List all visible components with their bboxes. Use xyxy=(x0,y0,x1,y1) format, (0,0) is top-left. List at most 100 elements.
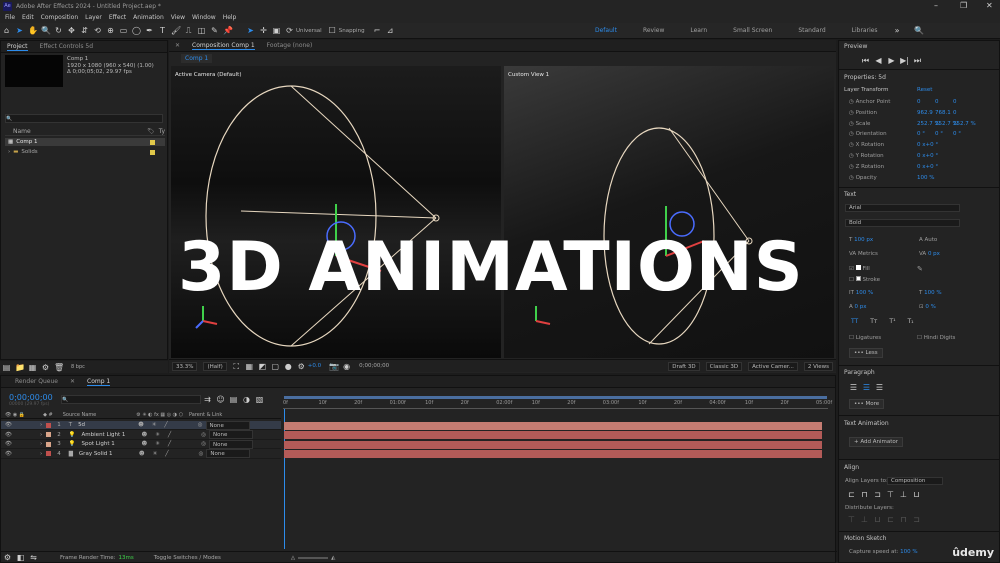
exposure-value[interactable]: +0.0 xyxy=(308,363,321,369)
eraser-tool-icon[interactable]: ◫ xyxy=(197,26,206,35)
property-value[interactable]: 100 % xyxy=(917,175,934,181)
pan-camera-icon[interactable]: ✥ xyxy=(67,26,76,35)
zoom-in-icon[interactable]: ◭ xyxy=(331,555,335,561)
chevron-right-icon[interactable]: › xyxy=(40,441,42,447)
menu-effect[interactable]: Effect xyxy=(109,14,126,21)
camera-dropdown[interactable]: Active Camer... xyxy=(748,361,798,371)
property-value[interactable]: 0 ° xyxy=(953,131,961,137)
viewer-timecode[interactable]: 0;00;00;00 xyxy=(359,363,389,369)
label-column-icon[interactable]: 🏷 xyxy=(147,128,155,135)
visibility-eye-icon[interactable]: 👁 xyxy=(5,422,12,428)
transparency-grid-icon[interactable]: ▦ xyxy=(245,362,254,371)
ellipse-tool-icon[interactable]: ◯ xyxy=(132,26,141,35)
collapse-switch-icon[interactable]: ✳ xyxy=(155,441,160,447)
visibility-eye-icon[interactable]: 👁 xyxy=(5,451,12,457)
workspace-libraries[interactable]: Libraries xyxy=(852,27,878,34)
layer-label-color[interactable] xyxy=(46,451,52,456)
parent-dropdown[interactable]: None xyxy=(209,430,254,439)
custom-view[interactable]: Custom View 1 xyxy=(504,66,834,358)
stroke-color-swatch[interactable] xyxy=(855,276,861,281)
column-name[interactable]: Name xyxy=(13,128,31,135)
ligatures-checkbox[interactable]: ☐ xyxy=(849,335,854,341)
roto-brush-icon[interactable]: ✎ xyxy=(210,26,219,35)
tab-footage[interactable]: Footage (none) xyxy=(267,42,313,49)
graph-editor-icon[interactable]: ▧ xyxy=(255,395,264,404)
property-value[interactable]: 0 x+0 ° xyxy=(917,142,938,148)
next-frame-icon[interactable]: ▶| xyxy=(900,56,909,65)
capture-speed-value[interactable]: 100 % xyxy=(900,549,917,555)
brush-tool-icon[interactable]: 🖌 xyxy=(171,26,181,35)
layer-switches-icon[interactable]: ⚙ xyxy=(3,553,12,562)
property-value[interactable]: 962.9 xyxy=(917,110,933,116)
reset-button[interactable]: Reset xyxy=(917,87,932,93)
column-source-name[interactable]: Source Name xyxy=(63,412,97,418)
chevron-right-icon[interactable]: › xyxy=(40,451,42,457)
snap-options-icon[interactable]: ⊿ xyxy=(386,26,395,35)
view-axis-icon[interactable]: ▣ xyxy=(272,26,281,35)
current-time-indicator[interactable] xyxy=(284,409,285,549)
fill-checkbox[interactable]: ☑ xyxy=(849,266,854,272)
project-settings-icon[interactable]: ⚙ xyxy=(41,363,50,372)
toggle-switches-button[interactable]: Toggle Switches / Modes xyxy=(154,555,221,561)
stopwatch-icon[interactable]: ◷ xyxy=(849,142,854,148)
parent-pickwhip-icon[interactable]: ◎ xyxy=(201,441,206,447)
frame-blending-icon[interactable]: ▤ xyxy=(229,395,238,404)
orbit-universal-icon[interactable]: ⟳ xyxy=(285,26,294,35)
motion-blur-icon[interactable]: ◑ xyxy=(242,395,251,404)
timeline-timecode[interactable]: 0;00;00;00 xyxy=(9,393,53,402)
zoom-dropdown[interactable]: 33.3% xyxy=(172,361,198,371)
property-value[interactable]: 0 xyxy=(917,99,921,105)
exposure-reset-icon[interactable]: ⚙ xyxy=(297,362,306,371)
parent-dropdown[interactable]: None xyxy=(209,439,254,449)
distribute-h-center-icon[interactable]: ⊓ xyxy=(899,515,908,524)
resolution-dropdown[interactable]: (Half) xyxy=(203,361,227,371)
column-parent[interactable]: Parent & Link xyxy=(189,412,222,418)
baseline-value[interactable]: 0 px xyxy=(855,304,867,310)
workspace-small-screen[interactable]: Small Screen xyxy=(733,27,772,34)
layer-label-color[interactable] xyxy=(46,422,52,428)
align-left-icon[interactable]: ☰ xyxy=(849,383,858,392)
layer-duration-bar[interactable] xyxy=(284,440,822,449)
tab-project[interactable]: Project xyxy=(7,43,28,51)
delete-icon[interactable]: 🗑 xyxy=(54,363,64,372)
label-color-swatch[interactable] xyxy=(150,149,155,155)
comp-breadcrumb-item[interactable]: Comp 1 xyxy=(181,53,213,63)
align-bottom-edges-icon[interactable]: ⊔ xyxy=(912,490,921,499)
align-top-edges-icon[interactable]: ⊤ xyxy=(886,490,895,499)
font-style-dropdown[interactable]: Bold xyxy=(845,219,960,227)
parent-pickwhip-icon[interactable]: ◎ xyxy=(198,422,203,428)
project-item-solids[interactable]: › ▬ Solids xyxy=(5,148,165,156)
stopwatch-icon[interactable]: ◷ xyxy=(849,164,854,170)
align-right-icon[interactable]: ☰ xyxy=(875,383,884,392)
layer-name[interactable]: Ambient Light 1 xyxy=(82,432,140,438)
collapse-switch-icon[interactable]: ✳ xyxy=(155,432,160,438)
snapping-checkbox[interactable]: ☐ xyxy=(328,26,337,35)
more-button[interactable]: ••• More xyxy=(849,399,885,409)
kerning-value[interactable]: Metrics xyxy=(858,251,878,257)
selection-tool-icon[interactable]: ➤ xyxy=(15,26,24,35)
menu-view[interactable]: View xyxy=(171,14,185,21)
play-icon[interactable]: ▶ xyxy=(887,56,896,65)
project-item-comp-1[interactable]: ▦ Comp 1 xyxy=(5,138,165,146)
tsume-value[interactable]: 0 % xyxy=(925,304,935,310)
eyedropper-icon[interactable]: ✎ xyxy=(917,265,923,273)
distribute-top-icon[interactable]: ⊤ xyxy=(847,515,856,524)
property-value[interactable]: 768.1 xyxy=(935,110,951,116)
close-tab-icon[interactable]: ✕ xyxy=(175,42,180,49)
close-tab-icon[interactable]: ✕ xyxy=(70,378,75,385)
stopwatch-icon[interactable]: ◷ xyxy=(849,153,854,159)
align-center-icon[interactable]: ☰ xyxy=(862,383,871,392)
fill-color-swatch[interactable] xyxy=(855,265,861,270)
small-caps-button[interactable]: Tт xyxy=(870,318,877,325)
menu-file[interactable]: File xyxy=(5,14,15,21)
property-value[interactable]: 252.7 % xyxy=(953,121,976,127)
home-icon[interactable]: ⌂ xyxy=(2,26,11,35)
menu-help[interactable]: Help xyxy=(223,14,237,21)
layer-row[interactable]: 👁 › 1 T 5d ☻ ✳ ╱ ◎ None xyxy=(1,420,281,430)
distribute-v-center-icon[interactable]: ⊥ xyxy=(860,515,869,524)
layer-duration-bar[interactable] xyxy=(284,450,822,458)
shy-switch-icon[interactable]: ☻ xyxy=(142,441,148,447)
stopwatch-icon[interactable]: ◷ xyxy=(849,110,854,116)
rectangle-tool-icon[interactable]: ▭ xyxy=(119,26,128,35)
align-left-edges-icon[interactable]: ⊏ xyxy=(847,490,856,499)
